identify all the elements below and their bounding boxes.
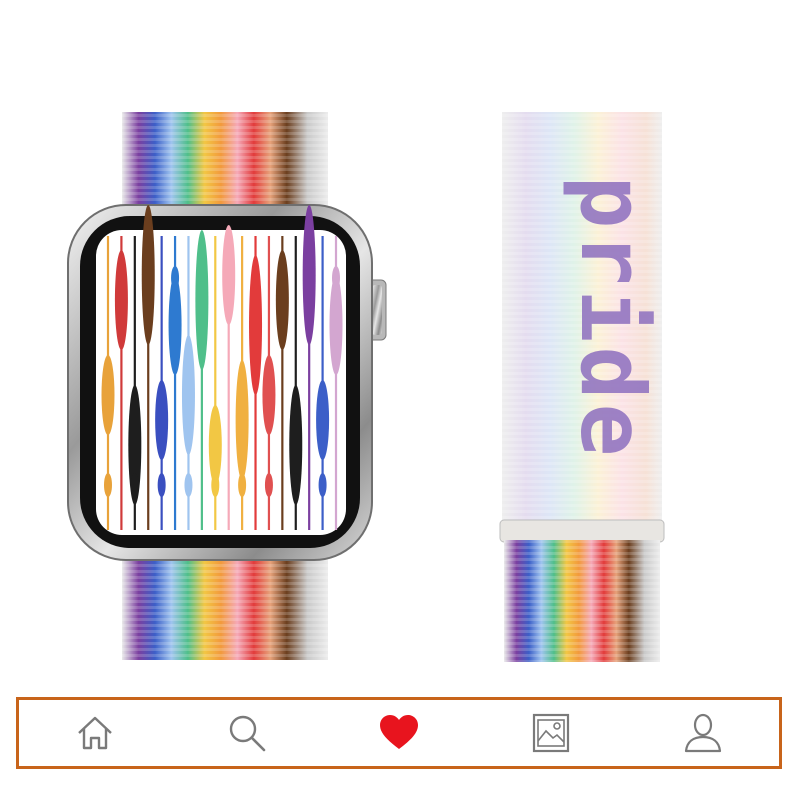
search-icon bbox=[229, 715, 266, 752]
tab-gallery[interactable] bbox=[521, 703, 581, 763]
image-icon bbox=[532, 713, 570, 753]
tab-profile[interactable] bbox=[673, 703, 733, 763]
tab-home[interactable] bbox=[65, 703, 125, 763]
pride-band: pride bbox=[499, 112, 665, 662]
tab-search[interactable] bbox=[217, 703, 277, 763]
home-icon bbox=[78, 716, 112, 750]
heart-icon bbox=[380, 715, 418, 749]
product-image: pride bbox=[0, 0, 800, 690]
user-icon bbox=[684, 713, 722, 753]
tab-favorites[interactable] bbox=[369, 703, 429, 763]
bottom-tab-bar bbox=[16, 697, 782, 769]
band-text: pride bbox=[561, 176, 664, 461]
